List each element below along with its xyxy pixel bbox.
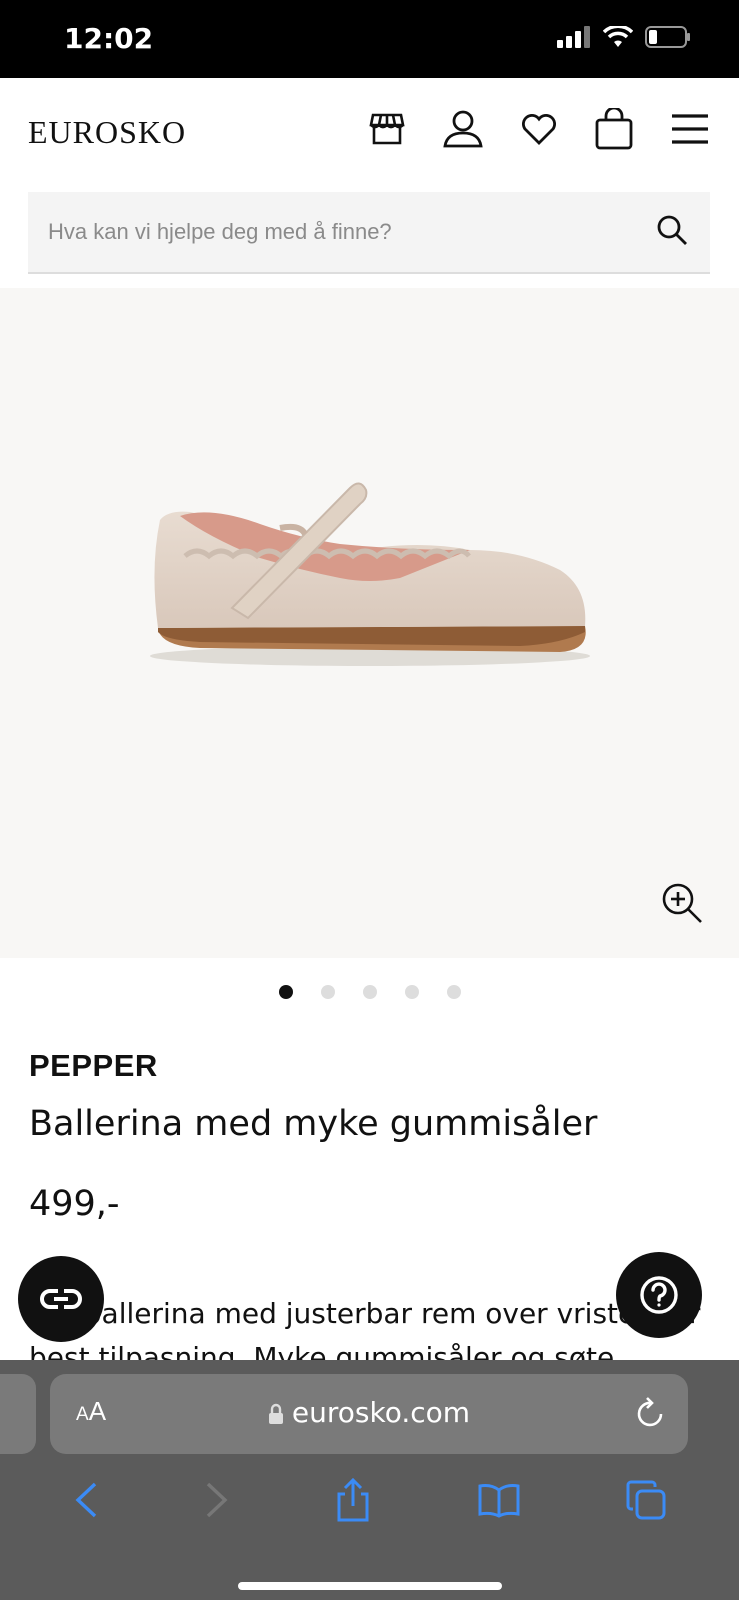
battery-icon [645, 26, 690, 48]
previous-tab-preview[interactable] [0, 1374, 36, 1454]
menu-icon[interactable] [671, 113, 709, 145]
gallery-dot[interactable] [320, 985, 335, 999]
product-gallery[interactable] [0, 288, 739, 958]
help-button[interactable] [616, 1252, 702, 1338]
status-bar: 12:02 [0, 0, 739, 78]
gallery-dot[interactable] [362, 985, 377, 999]
forward-icon[interactable] [204, 1481, 230, 1519]
gallery-dot[interactable] [404, 985, 419, 999]
search-icon[interactable] [656, 214, 688, 246]
gallery-dot[interactable] [278, 985, 293, 999]
product-price: 499,- [29, 1184, 120, 1224]
address-bar[interactable]: AA eurosko.com [50, 1374, 688, 1454]
back-icon[interactable] [73, 1481, 99, 1519]
chat-button[interactable] [18, 1256, 104, 1342]
tabs-icon[interactable] [626, 1480, 666, 1520]
search-bar [28, 192, 710, 274]
bookmarks-icon[interactable] [477, 1482, 521, 1518]
zoom-in-icon[interactable] [661, 882, 703, 924]
browser-bar: AA eurosko.com [0, 1360, 739, 1600]
url-display[interactable]: eurosko.com [50, 1396, 688, 1429]
gallery-dot[interactable] [446, 985, 461, 999]
status-time: 12:02 [64, 22, 154, 55]
signal-icon [557, 26, 590, 48]
browser-toolbar [0, 1478, 739, 1522]
product-brand[interactable]: PEPPER [29, 1048, 158, 1084]
share-icon[interactable] [335, 1478, 371, 1522]
header-actions [369, 108, 709, 150]
wifi-icon [603, 26, 633, 47]
shopping-bag-icon[interactable] [595, 108, 633, 150]
store-icon[interactable] [369, 111, 405, 147]
gallery-pagination [0, 985, 739, 999]
status-icons [557, 26, 691, 48]
reload-icon[interactable] [636, 1396, 666, 1428]
heart-icon[interactable] [521, 113, 557, 145]
question-icon [640, 1276, 678, 1314]
lock-icon [268, 1403, 283, 1424]
home-indicator [238, 1582, 502, 1590]
link-icon [40, 1289, 82, 1309]
url-text: eurosko.com [291, 1396, 471, 1429]
account-icon[interactable] [443, 110, 483, 148]
product-name: Ballerina med myke gummisåler [29, 1104, 598, 1144]
product-image [150, 482, 590, 666]
search-input[interactable] [48, 192, 628, 272]
site-header: EUROSKO [0, 78, 739, 188]
site-logo[interactable]: EUROSKO [28, 114, 186, 151]
